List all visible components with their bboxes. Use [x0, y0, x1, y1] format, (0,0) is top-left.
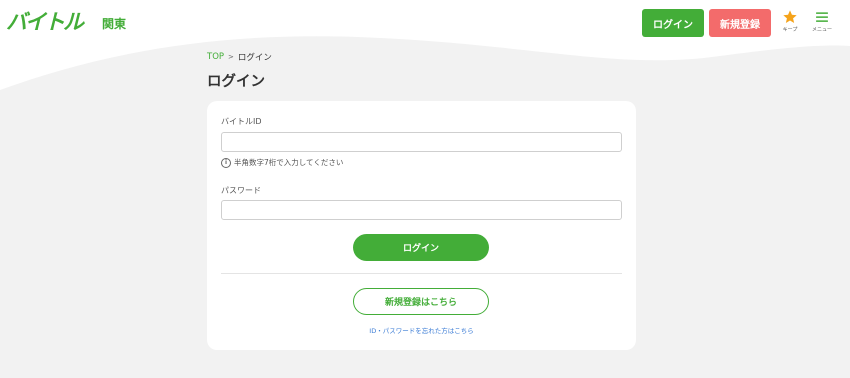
star-icon [783, 10, 797, 23]
breadcrumb-top-link[interactable]: TOP [207, 52, 224, 62]
breadcrumb-current: ログイン [237, 53, 272, 63]
register-button[interactable]: 新規登録はこちら [353, 288, 489, 315]
password-label: パスワード [221, 186, 261, 195]
login-form-card: バイトルID i 半角数字7桁で入力してください パスワード ログイン 新規登録… [207, 101, 636, 350]
login-submit-button[interactable]: ログイン [353, 234, 489, 261]
header-register-button[interactable]: 新規登録 [709, 9, 771, 37]
info-circle-icon: i [221, 157, 231, 168]
divider [221, 273, 622, 274]
logo[interactable]: バイトル 関東 [6, 8, 126, 34]
keep-button[interactable]: キープ [776, 9, 804, 39]
id-hint-text: 半角数字7桁で入力してください [234, 158, 344, 167]
baitoru-logo-icon: バイトル [6, 10, 87, 34]
keep-caption: キープ [782, 27, 798, 33]
id-hint: i 半角数字7桁で入力してください [221, 157, 343, 168]
menu-button[interactable]: メニュー [808, 9, 836, 39]
region-label[interactable]: 関東 [102, 15, 126, 32]
id-input[interactable] [221, 132, 622, 152]
svg-text:バイトル: バイトル [6, 10, 85, 34]
password-input[interactable] [221, 200, 622, 220]
site-header: バイトル 関東 ログイン 新規登録 キープ メニュー [0, 0, 850, 44]
menu-caption: メニュー [811, 27, 832, 33]
breadcrumb-separator: > [228, 53, 234, 61]
forgot-credentials-link[interactable]: ID・パスワードを忘れた方はこちら [207, 325, 636, 335]
id-label: バイトルID [221, 117, 262, 126]
page-title: ログイン [207, 74, 265, 90]
header-login-button[interactable]: ログイン [642, 9, 704, 37]
breadcrumb: TOP > ログイン [207, 51, 272, 63]
hamburger-icon [816, 12, 828, 22]
